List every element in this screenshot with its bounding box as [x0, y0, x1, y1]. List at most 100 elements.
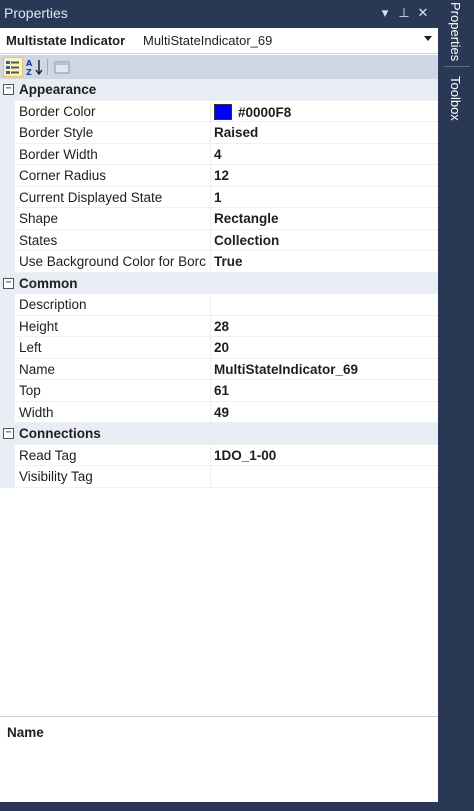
panel-edge [438, 28, 440, 774]
property-name[interactable]: Use Background Color for Borc [15, 251, 211, 272]
row-gutter [0, 337, 15, 358]
row-gutter [0, 358, 15, 379]
tab-properties[interactable]: Properties [448, 2, 463, 61]
side-tab-strip: Properties Toolbox [440, 0, 474, 811]
property-name[interactable]: Border Style [15, 122, 211, 143]
property-row[interactable]: Name MultiStateIndicator_69 [0, 358, 438, 380]
property-row[interactable]: Use Background Color for Borc True [0, 251, 438, 273]
row-gutter [0, 466, 15, 487]
property-row[interactable]: States Collection [0, 229, 438, 251]
row-gutter [0, 143, 15, 164]
alphabetical-sort-icon[interactable]: A Z [25, 57, 45, 77]
property-value[interactable]: Raised [211, 122, 438, 143]
property-name[interactable]: Current Displayed State [15, 186, 211, 207]
property-name[interactable]: Border Color [15, 100, 211, 121]
toolbar-divider [47, 59, 48, 75]
row-gutter [0, 251, 15, 272]
row-gutter [0, 122, 15, 143]
row-gutter [0, 229, 15, 250]
property-row[interactable]: Border Width 4 [0, 143, 438, 165]
category-appearance[interactable]: − Appearance [0, 79, 438, 101]
property-value[interactable]: True [211, 251, 438, 272]
categorized-icon[interactable] [3, 57, 23, 77]
row-gutter [0, 208, 15, 229]
property-row[interactable]: Description [0, 294, 438, 316]
property-name[interactable]: States [15, 229, 211, 250]
property-name[interactable]: Shape [15, 208, 211, 229]
property-value[interactable]: 1 [211, 187, 438, 208]
property-value[interactable]: 61 [211, 380, 438, 401]
property-name[interactable]: Corner Radius [15, 165, 211, 186]
description-title: Name [7, 725, 44, 740]
property-row[interactable]: Width 49 [0, 401, 438, 423]
property-value[interactable]: 20 [211, 337, 438, 358]
property-row[interactable]: Height 28 [0, 315, 438, 337]
object-type-label: Multistate Indicator [6, 33, 126, 48]
property-name[interactable]: Read Tag [15, 444, 211, 465]
row-gutter [0, 294, 15, 315]
property-grid-toolbar: A Z [0, 55, 438, 79]
property-row[interactable]: Border Style Raised [0, 122, 438, 144]
close-icon[interactable]: ✕ [414, 3, 432, 23]
property-name[interactable]: Top [15, 380, 211, 401]
category-label: Appearance [19, 82, 97, 97]
property-name[interactable]: Left [15, 337, 211, 358]
property-value[interactable]: 28 [211, 316, 438, 337]
property-value[interactable]: MultiStateIndicator_69 [211, 359, 438, 380]
category-common[interactable]: − Common [0, 272, 438, 294]
property-name[interactable]: Description [15, 294, 211, 315]
property-name[interactable]: Name [15, 358, 211, 379]
pin-icon[interactable]: ⊥ [395, 3, 413, 23]
property-row[interactable]: Shape Rectangle [0, 208, 438, 230]
row-gutter [0, 380, 15, 401]
collapse-icon[interactable]: − [3, 84, 14, 95]
row-gutter [0, 315, 15, 336]
property-value[interactable]: 4 [211, 144, 438, 165]
tab-toolbox[interactable]: Toolbox [448, 76, 463, 121]
row-gutter [0, 401, 15, 422]
property-row[interactable]: Left 20 [0, 337, 438, 359]
svg-text:A: A [26, 59, 33, 68]
collapse-icon[interactable]: − [3, 277, 14, 289]
properties-panel: Multistate Indicator MultiStateIndicator… [0, 28, 438, 802]
object-selector-dropdown[interactable]: Multistate Indicator MultiStateIndicator… [0, 28, 438, 54]
category-label: Connections [19, 426, 101, 441]
row-gutter [0, 186, 15, 207]
property-name[interactable]: Border Width [15, 143, 211, 164]
object-name-label: MultiStateIndicator_69 [143, 33, 273, 48]
description-pane: Name [0, 716, 438, 802]
window-position-button[interactable]: ▾ [376, 3, 394, 23]
color-value-text: #0000F8 [238, 104, 292, 120]
property-row[interactable]: Corner Radius 12 [0, 165, 438, 187]
category-label: Common [19, 275, 78, 291]
property-row[interactable]: Top 61 [0, 380, 438, 402]
row-gutter [0, 100, 15, 121]
property-pages-icon[interactable] [52, 57, 72, 77]
property-value[interactable]: 49 [211, 402, 438, 423]
property-value[interactable]: 1DO_1-00 [211, 445, 438, 466]
property-value[interactable]: Collection [211, 230, 438, 251]
row-gutter [0, 444, 15, 465]
svg-text:Z: Z [26, 68, 32, 77]
property-row[interactable]: Current Displayed State 1 [0, 186, 438, 208]
property-row[interactable]: Visibility Tag [0, 466, 438, 488]
category-connections[interactable]: − Connections [0, 423, 438, 445]
property-value[interactable]: Rectangle [211, 208, 438, 229]
collapse-icon[interactable]: − [3, 428, 14, 439]
color-swatch [214, 103, 232, 120]
property-grid: − Appearance Border Color #0000F8 Border Sty… [0, 79, 438, 488]
window-title: Properties [4, 5, 68, 21]
property-value[interactable] [211, 294, 438, 315]
property-name[interactable]: Width [15, 401, 211, 422]
property-name[interactable]: Visibility Tag [15, 466, 211, 487]
properties-title-bar: Properties ▾ ⊥ ✕ [0, 0, 440, 28]
property-value[interactable]: 12 [211, 165, 438, 186]
chevron-down-icon[interactable] [424, 34, 432, 44]
property-row[interactable]: Border Color #0000F8 [0, 100, 438, 122]
property-row[interactable]: Read Tag 1DO_1-00 [0, 444, 438, 466]
tab-divider [444, 66, 470, 67]
property-value[interactable]: #0000F8 [211, 101, 438, 122]
property-name[interactable]: Height [15, 315, 211, 336]
row-gutter [0, 165, 15, 186]
property-value[interactable] [211, 466, 438, 487]
